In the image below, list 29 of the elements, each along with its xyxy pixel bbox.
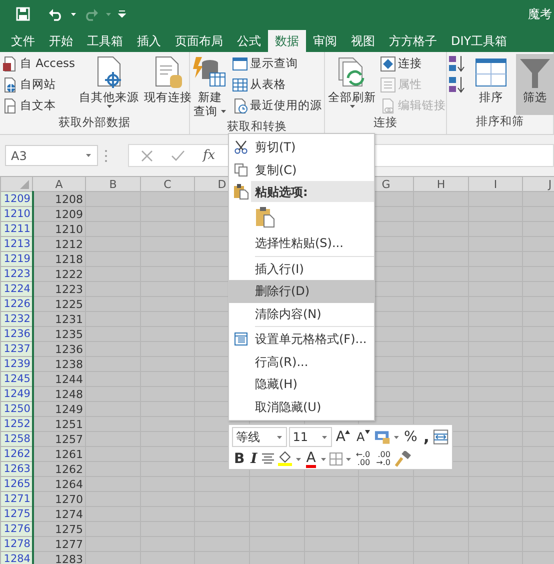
table-cell: 1209 — [32, 206, 86, 222]
table-cell: 1210 — [32, 222, 86, 236]
table-cell: 1244 — [32, 372, 86, 386]
group-label: 获取外部数据 — [58, 116, 132, 129]
table-cell: 1225 — [32, 296, 86, 312]
group-label: 排序和筛 — [475, 115, 525, 128]
table-cell: 1261 — [32, 446, 86, 462]
table-cell: 1277 — [32, 536, 86, 552]
table-cell: 1262 — [32, 462, 86, 476]
window-title: 魔考 — [528, 6, 553, 23]
table-cell: 1257 — [32, 432, 86, 446]
group-label: 获取和转换 — [226, 120, 288, 133]
table-cell: 1231 — [32, 312, 86, 326]
table-cell: 1235 — [32, 326, 86, 342]
table-cell: 1274 — [32, 506, 86, 522]
table-cell: 1275 — [32, 522, 86, 536]
table-cell: 1212 — [32, 236, 86, 252]
table-cell: 1251 — [32, 416, 86, 432]
table-cell: 1222 — [32, 266, 86, 282]
table-cell: 1264 — [32, 476, 86, 492]
table-cell: 1270 — [32, 492, 86, 506]
group-label: 连接 — [372, 116, 398, 129]
table-cell: 1208 — [32, 192, 86, 206]
table-cell: 1249 — [32, 402, 86, 416]
table-cell: 1248 — [32, 386, 86, 402]
table-cell: 1238 — [32, 356, 86, 372]
table-cell: 1218 — [32, 252, 86, 266]
table-cell: 1223 — [32, 282, 86, 296]
table-cell: 1236 — [32, 342, 86, 356]
